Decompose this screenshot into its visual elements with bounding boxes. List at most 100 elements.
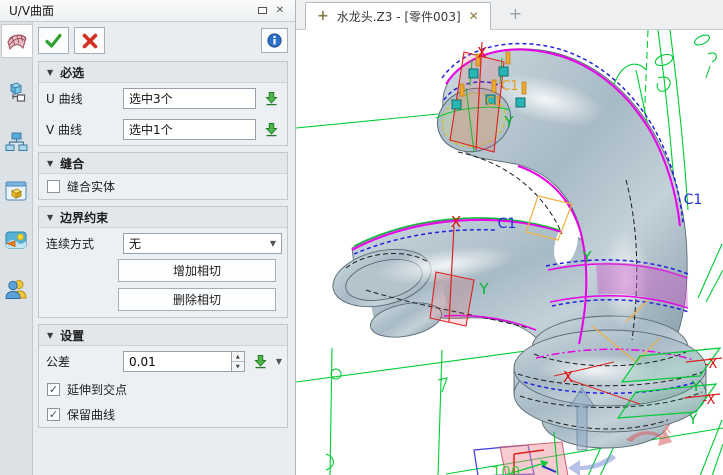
chevron-down-icon: ▼ xyxy=(270,239,276,248)
collapse-icon: ▼ xyxy=(47,159,53,168)
document-icon: + xyxy=(317,8,329,24)
faucet-body xyxy=(327,49,706,448)
uv-surface-dialog: U/V曲面 ✕ xyxy=(0,0,296,475)
section-settings: ▼ 设置 公差 ▲ ▼ xyxy=(38,324,288,428)
green-arrow-icon xyxy=(264,122,279,137)
collapse-icon: ▼ xyxy=(47,68,53,77)
extend-label: 延伸到交点 xyxy=(67,381,127,398)
tolerance-options-caret[interactable]: ▼ xyxy=(276,357,282,366)
tolerance-label: 公差 xyxy=(46,353,118,370)
user-icon xyxy=(4,277,28,301)
cancel-x-icon xyxy=(82,33,98,49)
spin-down-button[interactable]: ▼ xyxy=(232,362,244,371)
model-viewport[interactable]: XC1C1YXC1YYC1X-XY-XYX100 xyxy=(296,30,723,475)
tool-user-role[interactable] xyxy=(1,272,32,306)
viewport-label: -X xyxy=(705,357,718,372)
history-tree-icon xyxy=(4,130,28,154)
keep-label: 保留曲线 xyxy=(67,406,115,423)
float-window-button[interactable] xyxy=(253,3,271,18)
view-cube-icon xyxy=(4,179,28,203)
float-window-icon xyxy=(258,7,267,14)
sew-solid-row[interactable]: 缝合实体 xyxy=(39,174,287,199)
u-curve-label: U 曲线 xyxy=(46,90,118,107)
viewport-label: C1 xyxy=(684,192,703,208)
faucet-3d-model: XC1C1YXC1YYC1X-XY-XYX100 xyxy=(296,30,723,475)
extend-checkbox[interactable]: ✓ xyxy=(47,383,60,396)
info-button[interactable] xyxy=(261,28,288,53)
viewport-label: Y xyxy=(691,379,701,395)
side-toolbar xyxy=(0,22,33,475)
viewport-label: 100 xyxy=(492,463,521,475)
continuity-value: 无 xyxy=(129,235,141,252)
tab-title: 水龙头.Z3 - [零件003] xyxy=(337,8,461,25)
section-sew-header[interactable]: ▼ 缝合 xyxy=(39,153,287,174)
viewport-label: C1 xyxy=(486,94,502,108)
sew-solid-checkbox[interactable] xyxy=(47,180,60,193)
collapse-icon: ▼ xyxy=(47,213,53,222)
tool-visualize[interactable] xyxy=(1,223,32,257)
green-arrow-icon xyxy=(253,354,268,369)
v-curve-label: V 曲线 xyxy=(46,121,118,138)
viewport-label: C1 xyxy=(498,216,517,232)
render-image-icon xyxy=(4,228,28,252)
v-curve-pick-button[interactable] xyxy=(261,119,282,140)
continuity-select[interactable]: 无 ▼ xyxy=(123,233,282,254)
section-settings-header[interactable]: ▼ 设置 xyxy=(39,325,287,346)
extend-row[interactable]: ✓ 延伸到交点 xyxy=(39,377,287,402)
tool-history[interactable] xyxy=(1,125,32,159)
section-sew-title: 缝合 xyxy=(60,155,84,172)
spin-up-button[interactable]: ▲ xyxy=(232,352,244,362)
tab-document[interactable]: + 水龙头.Z3 - [零件003] ✕ xyxy=(305,2,491,30)
section-boundary-title: 边界约束 xyxy=(60,209,108,226)
section-boundary-header[interactable]: ▼ 边界约束 xyxy=(39,207,287,228)
sew-solid-label: 缝合实体 xyxy=(67,178,115,195)
tool-display[interactable] xyxy=(1,174,32,208)
viewport-label: Y xyxy=(478,280,489,298)
close-dialog-button[interactable]: ✕ xyxy=(271,3,289,18)
section-required: ▼ 必选 U 曲线 V 曲线 xyxy=(38,61,288,146)
uv-mesh-icon xyxy=(5,29,29,53)
keep-row[interactable]: ✓ 保留曲线 xyxy=(39,402,287,427)
tool-uv-surface[interactable] xyxy=(1,24,32,58)
app-window: U/V曲面 ✕ xyxy=(0,0,723,475)
ok-check-icon xyxy=(45,33,62,49)
tolerance-pick-button[interactable] xyxy=(250,351,271,372)
u-curve-pick-button[interactable] xyxy=(261,88,282,109)
new-tab-button[interactable]: + xyxy=(509,4,522,23)
section-required-title: 必选 xyxy=(60,64,84,81)
info-icon xyxy=(267,33,282,48)
viewport-label: X xyxy=(663,422,671,436)
dialog-body: ▼ 必选 U 曲线 V 曲线 xyxy=(0,22,295,475)
ok-button[interactable] xyxy=(38,27,69,54)
add-tangent-button[interactable]: 增加相切 xyxy=(118,259,276,282)
v-curve-input[interactable] xyxy=(123,119,256,140)
tab-close-icon[interactable]: ✕ xyxy=(469,9,479,23)
viewport-label: C1 xyxy=(501,79,518,94)
green-arrow-icon xyxy=(264,91,279,106)
u-curve-row: U 曲线 xyxy=(39,83,287,114)
continuity-row: 连续方式 无 ▼ xyxy=(39,228,287,259)
dialog-content: ▼ 必选 U 曲线 V 曲线 xyxy=(33,22,295,475)
viewport-label: Y xyxy=(581,248,592,266)
viewport-label: X xyxy=(563,368,573,386)
document-tabbar: + 水龙头.Z3 - [零件003] ✕ + xyxy=(296,0,723,30)
section-settings-title: 设置 xyxy=(60,327,84,344)
viewport-label: X xyxy=(451,213,461,231)
command-row xyxy=(38,27,288,54)
section-sew: ▼ 缝合 缝合实体 xyxy=(38,152,288,200)
section-required-header[interactable]: ▼ 必选 xyxy=(39,62,287,83)
tool-manager[interactable] xyxy=(1,76,32,110)
cancel-button[interactable] xyxy=(74,27,105,54)
assembly-tree-icon xyxy=(4,81,28,105)
continuity-label: 连续方式 xyxy=(46,235,118,252)
dialog-titlebar[interactable]: U/V曲面 ✕ xyxy=(0,0,295,22)
collapse-icon: ▼ xyxy=(47,331,53,340)
u-curve-input[interactable] xyxy=(123,88,256,109)
viewport-label: -X xyxy=(703,393,716,408)
dialog-title: U/V曲面 xyxy=(9,2,253,19)
tolerance-input[interactable] xyxy=(123,351,231,372)
remove-tangent-button[interactable]: 删除相切 xyxy=(118,288,276,311)
keep-checkbox[interactable]: ✓ xyxy=(47,408,60,421)
viewport-label: Y xyxy=(503,113,514,131)
tolerance-spinner: ▲ ▼ xyxy=(231,351,245,372)
